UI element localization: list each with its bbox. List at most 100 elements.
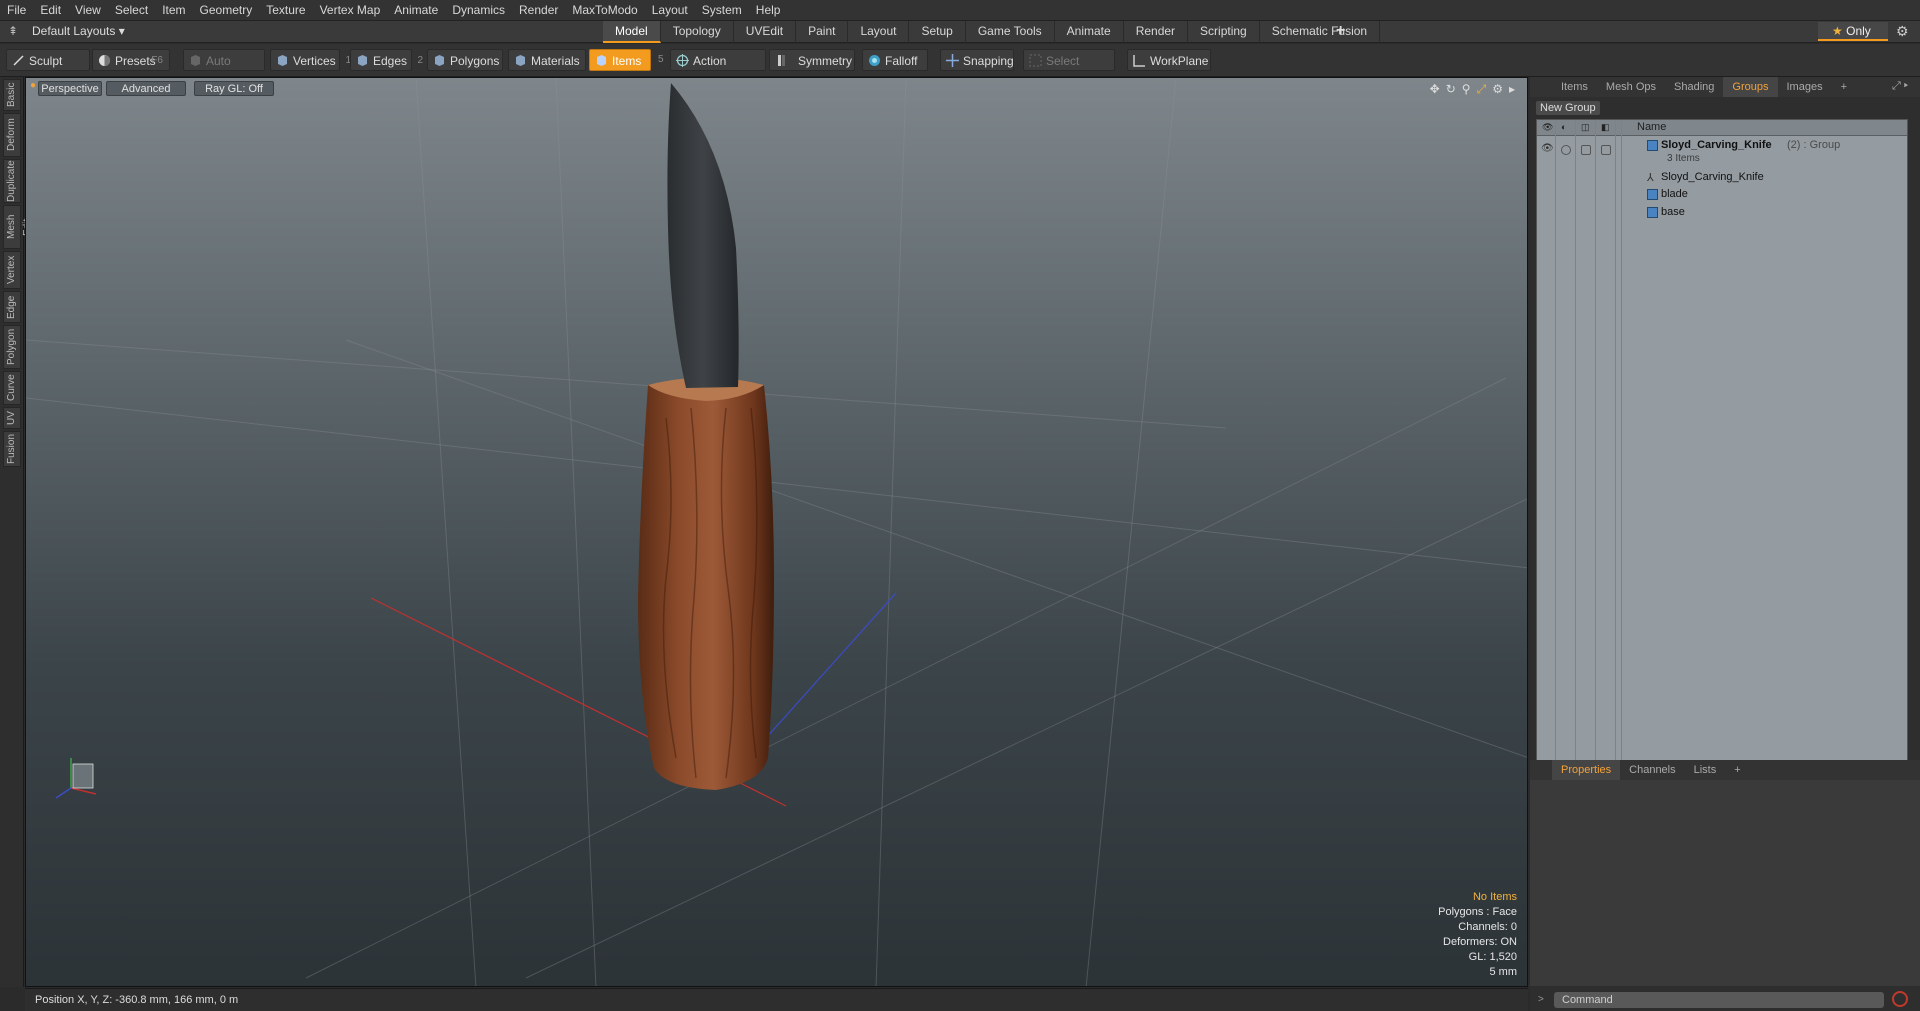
menu-vertex-map[interactable]: Vertex Map — [313, 0, 388, 21]
layout-tab-setup[interactable]: Setup — [909, 21, 966, 43]
menu-select[interactable]: Select — [108, 0, 155, 21]
menu-system[interactable]: System — [695, 0, 749, 21]
layout-tab-scripting[interactable]: Scripting — [1188, 21, 1260, 43]
panel-tab-mesh-ops[interactable]: Mesh Ops — [1597, 77, 1665, 97]
scene-canvas[interactable] — [26, 78, 1528, 987]
panel-tab-add[interactable]: + — [1832, 77, 1856, 97]
menu-maxtomodo[interactable]: MaxToModo — [565, 0, 644, 21]
menu-item[interactable]: Item — [155, 0, 192, 21]
edges-label: Edges — [373, 54, 408, 68]
gear-icon[interactable]: ⚙ — [1896, 23, 1909, 40]
3d-viewport[interactable]: ● Perspective Advanced Ray GL: Off ✥ ↻ ⚲… — [25, 77, 1528, 987]
record-icon[interactable] — [1892, 991, 1908, 1007]
vertices-button[interactable]: Vertices 1 — [270, 49, 351, 71]
lock-toggle[interactable] — [1581, 145, 1591, 155]
menu-texture[interactable]: Texture — [259, 0, 312, 21]
stat-polygons: Polygons : Face — [1438, 906, 1517, 918]
rotate-view-icon[interactable]: ↻ — [1446, 82, 1456, 97]
left-tab-fusion[interactable]: Fusion — [3, 431, 21, 467]
left-tab-mesh-edit[interactable]: Mesh Edit — [3, 205, 33, 249]
presets-icon — [99, 55, 110, 66]
left-tab-curve[interactable]: Curve — [3, 371, 21, 405]
perspective-button[interactable]: Perspective — [38, 81, 102, 96]
group-item-row[interactable]: ⅄ Sloyd_Carving_Knife — [1537, 169, 1907, 187]
new-group-button[interactable]: New Group — [1536, 101, 1600, 115]
layout-tab-animate[interactable]: Animate — [1055, 21, 1124, 43]
snapping-button[interactable]: Snapping — [940, 49, 1014, 71]
groups-list-header: 👁 ◐ ◫ ◧ Name — [1537, 120, 1907, 136]
panel-tab-items[interactable]: Items — [1552, 77, 1597, 97]
command-input[interactable]: Command — [1554, 992, 1884, 1008]
group-item-row[interactable]: base — [1537, 204, 1907, 222]
fit-view-icon[interactable]: ⤢ — [1477, 82, 1487, 97]
eye-icon[interactable]: 👁 — [1541, 143, 1554, 154]
viewport-expand-icon[interactable]: ▸ — [1509, 82, 1515, 97]
falloff-button[interactable]: Falloff — [862, 49, 928, 71]
layout-tab-paint[interactable]: Paint — [796, 21, 849, 43]
add-layout-tab-button[interactable]: + — [1336, 22, 1345, 40]
zoom-view-icon[interactable]: ⚲ — [1462, 82, 1471, 97]
menu-view[interactable]: View — [68, 0, 108, 21]
layout-tab-layout[interactable]: Layout — [848, 21, 910, 43]
menu-render[interactable]: Render — [512, 0, 565, 21]
items-shortcut: 5 — [658, 54, 664, 65]
menu-dynamics[interactable]: Dynamics — [445, 0, 512, 21]
items-button[interactable]: Items — [589, 49, 651, 71]
menu-animate[interactable]: Animate — [387, 0, 445, 21]
action-center-button[interactable]: Action Center — [670, 49, 766, 90]
props-tab-properties[interactable]: Properties — [1552, 760, 1621, 780]
menu-edit[interactable]: Edit — [33, 0, 68, 21]
group-item-row[interactable]: blade — [1537, 186, 1907, 204]
left-tab-basic[interactable]: Basic — [3, 79, 21, 111]
raygl-button[interactable]: Ray GL: Off — [194, 81, 274, 96]
layout-tab-model[interactable]: Model — [603, 21, 661, 43]
layout-tab-uvedit[interactable]: UVEdit — [734, 21, 797, 43]
panel-tab-images[interactable]: Images — [1778, 77, 1832, 97]
layout-collapse-icon[interactable]: ⇞ — [8, 24, 18, 38]
props-tab-add[interactable]: + — [1725, 760, 1749, 780]
auto-select-button[interactable]: Auto Select — [183, 49, 265, 90]
left-tab-edge[interactable]: Edge — [3, 291, 21, 323]
locator-icon: ⅄ — [1647, 172, 1654, 184]
panel-tab-groups[interactable]: Groups — [1723, 77, 1778, 97]
menu-geometry[interactable]: Geometry — [193, 0, 260, 21]
advanced-button[interactable]: Advanced — [106, 81, 186, 96]
only-toggle[interactable]: ★ Only — [1818, 22, 1888, 41]
sculpt-button[interactable]: Sculpt — [6, 49, 90, 71]
layout-selector[interactable]: Default Layouts ▾ — [32, 24, 125, 38]
props-tab-lists[interactable]: Lists — [1685, 760, 1726, 780]
workplane-button[interactable]: WorkPlane — [1127, 49, 1211, 71]
edges-button[interactable]: Edges 2 — [350, 49, 423, 71]
left-tab-duplicate[interactable]: Duplicate — [3, 159, 21, 203]
polygons-button[interactable]: Polygons — [427, 49, 503, 71]
lock-header-icon: ◫ — [1581, 122, 1590, 132]
name-column-header: Name — [1637, 121, 1667, 133]
left-tab-uv[interactable]: UV — [3, 407, 21, 429]
left-tab-polygon[interactable]: Polygon — [3, 325, 21, 369]
viewport-menu-icon[interactable]: ● — [30, 80, 36, 91]
layout-tab-schematic-fusion[interactable]: Schematic Fusion — [1260, 21, 1381, 43]
menu-help[interactable]: Help — [749, 0, 788, 21]
menu-file[interactable]: File — [0, 0, 33, 21]
workplane-label: WorkPlane — [1150, 54, 1209, 68]
layout-tab-topology[interactable]: Topology — [661, 21, 734, 43]
left-tab-vertex[interactable]: Vertex — [3, 251, 21, 289]
layout-tab-render[interactable]: Render — [1124, 21, 1189, 43]
move-view-icon[interactable]: ✥ — [1430, 82, 1440, 97]
materials-button[interactable]: Materials — [508, 49, 586, 71]
group-row[interactable]: 👁 Sloyd_Carving_Knife (2) : Group 3 Item… — [1537, 137, 1907, 165]
panel-expand-icon[interactable]: ⤢ ▸ — [1892, 80, 1908, 93]
select-toggle[interactable] — [1601, 145, 1611, 155]
select-through-button[interactable]: Select Through — [1023, 49, 1115, 90]
render-toggle[interactable] — [1561, 145, 1571, 155]
symmetry-button[interactable]: Symmetry — [769, 49, 855, 71]
viewport-settings-icon[interactable]: ⚙ — [1492, 82, 1503, 97]
presets-button[interactable]: Presets F6 — [92, 49, 170, 71]
symmetry-label: Symmetry — [798, 54, 852, 68]
menu-layout[interactable]: Layout — [645, 0, 695, 21]
props-tab-channels[interactable]: Channels — [1620, 760, 1684, 780]
sculpt-icon — [13, 55, 24, 66]
left-tab-deform[interactable]: Deform — [3, 113, 21, 157]
layout-tab-game-tools[interactable]: Game Tools — [966, 21, 1055, 43]
panel-tab-shading[interactable]: Shading — [1665, 77, 1723, 97]
